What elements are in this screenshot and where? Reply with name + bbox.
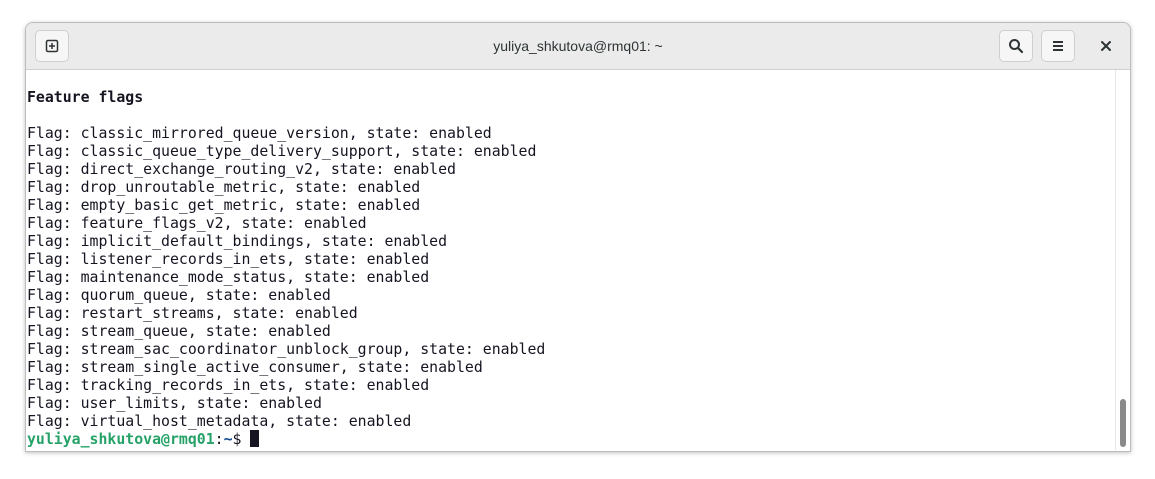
scrollbar-thumb[interactable] (1120, 399, 1126, 447)
flag-line: Flag: direct_exchange_routing_v2, state:… (27, 160, 456, 178)
flag-line: Flag: quorum_queue, state: enabled (27, 286, 331, 304)
terminal-window: yuliya_shkutova@rmq01: ~ Feature flags F… (25, 22, 1131, 452)
prompt-symbol: $ (232, 430, 251, 448)
shell-prompt-line[interactable]: yuliya_shkutova@rmq01:~$ (27, 430, 1112, 448)
window-title: yuliya_shkutova@rmq01: ~ (493, 38, 663, 54)
prompt-user-host: yuliya_shkutova@rmq01 (27, 430, 215, 448)
flag-line: Flag: restart_streams, state: enabled (27, 304, 358, 322)
text-cursor (250, 430, 260, 447)
search-button[interactable] (999, 30, 1033, 62)
flag-line: Flag: tracking_records_in_ets, state: en… (27, 376, 430, 394)
terminal-output[interactable]: Feature flags Flag: classic_mirrored_que… (27, 70, 1112, 450)
flag-line: Flag: maintenance_mode_status, state: en… (27, 268, 430, 286)
flag-line: Flag: stream_sac_coordinator_unblock_gro… (27, 340, 546, 358)
feature-flags-heading: Feature flags (27, 88, 144, 106)
flag-line: Flag: stream_queue, state: enabled (27, 322, 331, 340)
prompt-separator: : (214, 430, 224, 448)
flag-line: Flag: virtual_host_metadata, state: enab… (27, 412, 412, 430)
flag-line: Flag: feature_flags_v2, state: enabled (27, 214, 367, 232)
flag-line: Flag: user_limits, state: enabled (27, 394, 322, 412)
flag-line: Flag: classic_mirrored_queue_version, st… (27, 124, 492, 142)
flag-line: Flag: empty_basic_get_metric, state: ena… (27, 196, 421, 214)
close-button[interactable] (1090, 30, 1122, 62)
prompt-path: ~ (223, 430, 233, 448)
flag-line: Flag: implicit_default_bindings, state: … (27, 232, 448, 250)
flag-line: Flag: drop_unroutable_metric, state: ena… (27, 178, 421, 196)
menu-button[interactable] (1041, 30, 1075, 62)
flag-line: Flag: stream_single_active_consumer, sta… (27, 358, 483, 376)
flag-line: Flag: listener_records_in_ets, state: en… (27, 250, 430, 268)
flag-line: Flag: classic_queue_type_delivery_suppor… (27, 142, 537, 160)
vertical-scrollbar[interactable] (1115, 70, 1130, 450)
title-bar: yuliya_shkutova@rmq01: ~ (26, 23, 1130, 70)
